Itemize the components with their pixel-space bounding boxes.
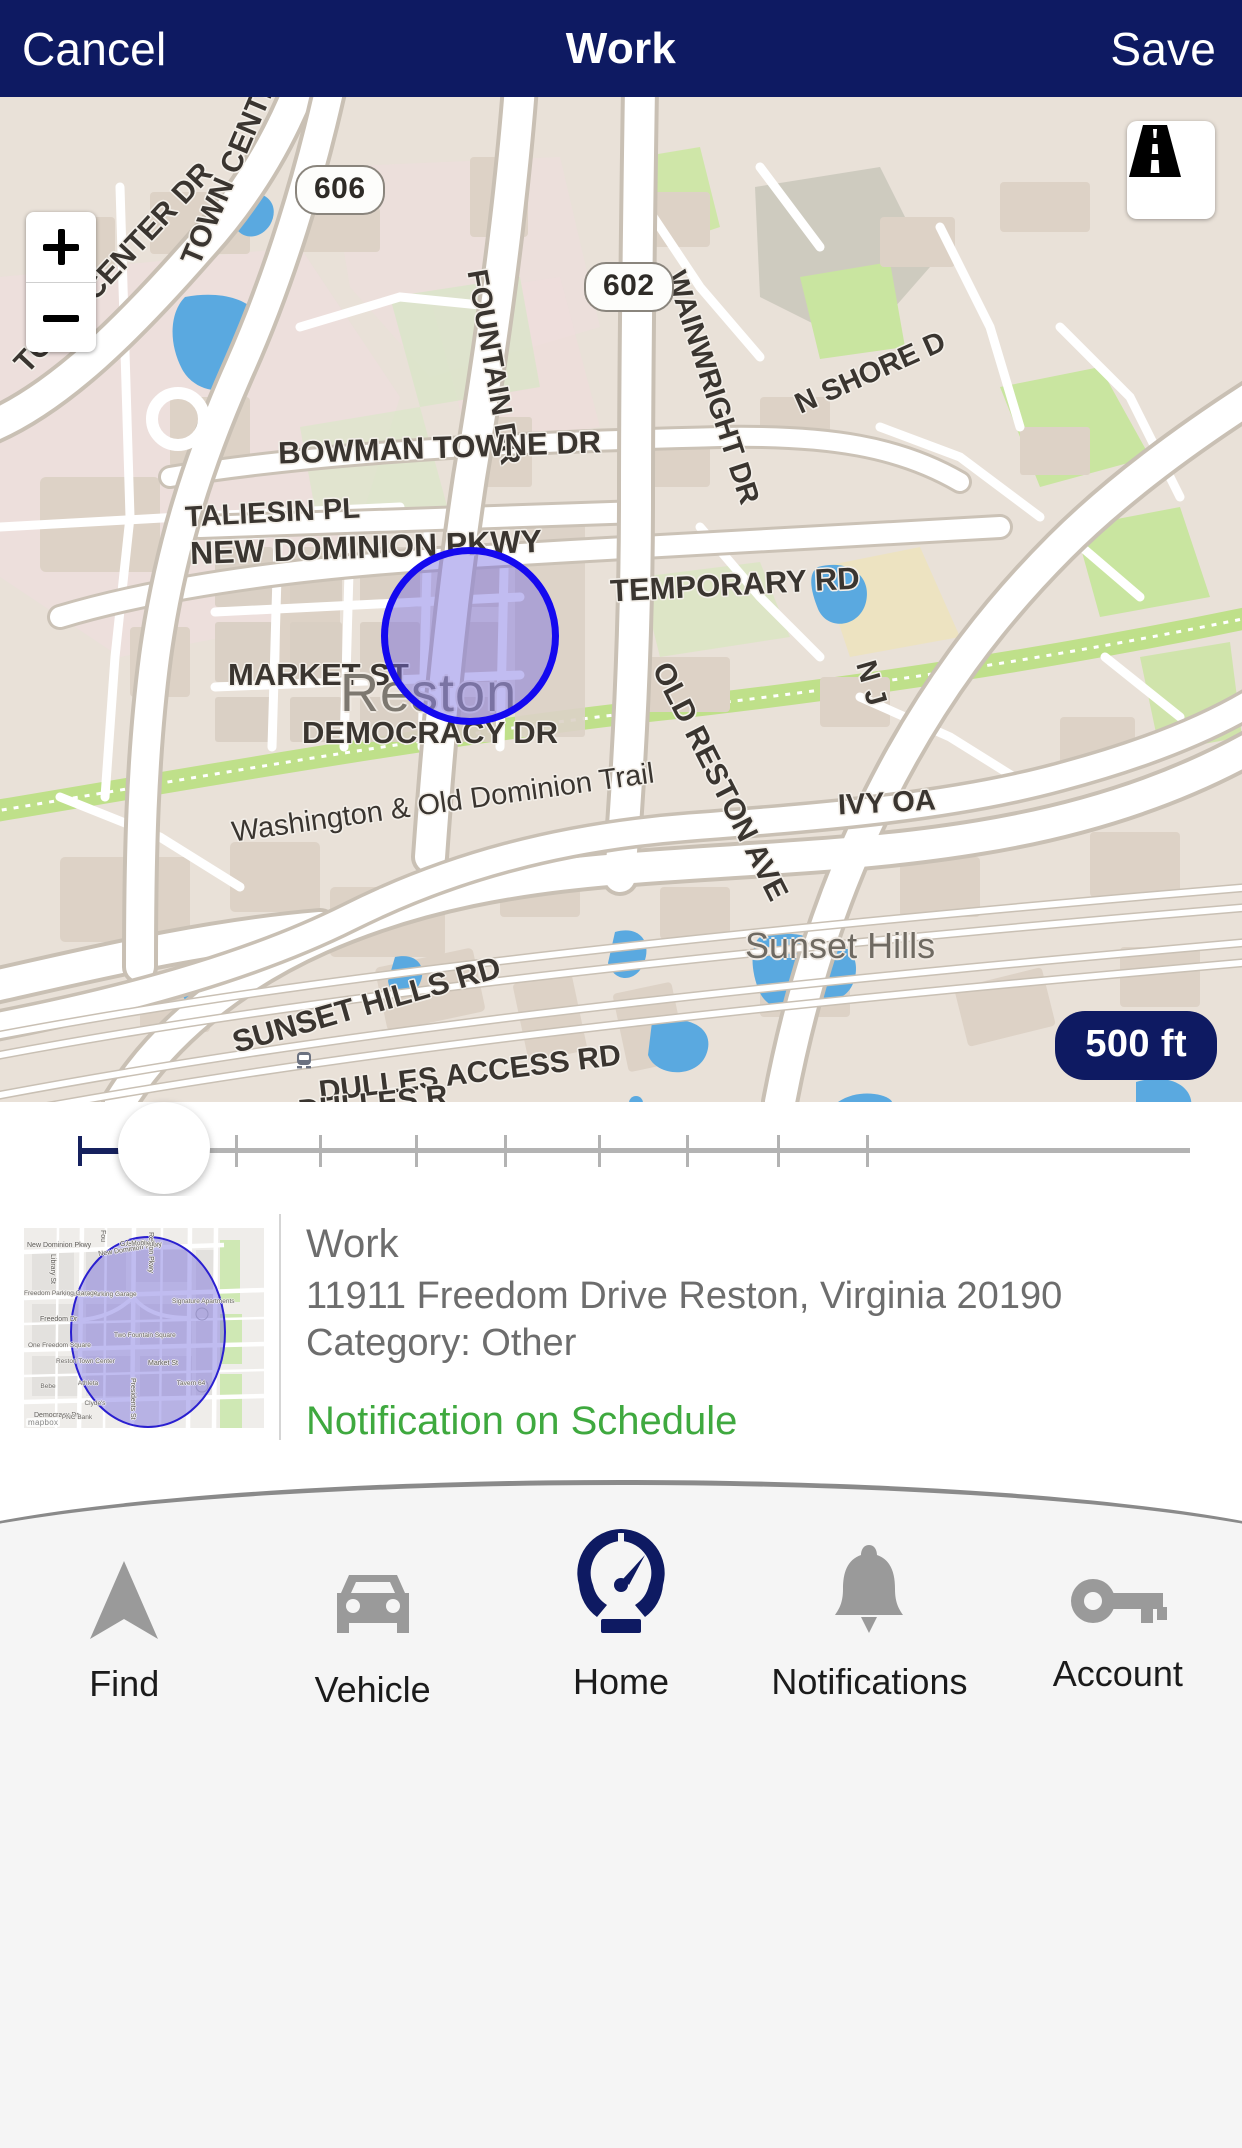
slider-tick (777, 1135, 780, 1167)
slider-start-cap (78, 1136, 82, 1166)
slider-tick (504, 1135, 507, 1167)
navigation-arrow-icon (84, 1551, 164, 1643)
tab-label-find: Find (89, 1663, 160, 1704)
car-icon (325, 1557, 421, 1649)
tab-label-vehicle: Vehicle (314, 1669, 431, 1710)
minus-icon (43, 314, 79, 322)
bell-icon (829, 1543, 909, 1641)
tab-notifications[interactable]: Notifications (745, 1461, 993, 1703)
zoom-out-button[interactable] (26, 283, 96, 352)
speedometer-icon (567, 1523, 675, 1641)
tab-label-home: Home (573, 1661, 670, 1702)
slider-tick (319, 1135, 322, 1167)
map-scale-badge: 500 ft (1055, 1011, 1217, 1080)
slider-tick (686, 1135, 689, 1167)
tab-vehicle[interactable]: Vehicle (248, 1461, 496, 1711)
location-detail-panel: New Dominion Pkwy New Dominion Pkwy Libr… (0, 1196, 1242, 1461)
slider-tick (598, 1135, 601, 1167)
page-title: Work (565, 23, 677, 73)
tab-find[interactable]: Find (0, 1461, 248, 1705)
location-thumbnail-map[interactable]: New Dominion Pkwy New Dominion Pkwy Libr… (24, 1228, 264, 1428)
thumbnail-geofence-circle (70, 1236, 226, 1428)
detail-text-block: Work 11911 Freedom Drive Reston, Virgini… (306, 1222, 1196, 1444)
map-type-toggle-button[interactable] (1127, 121, 1215, 219)
zoom-in-button[interactable] (26, 212, 96, 283)
navigation-header: Cancel Work Save (0, 0, 1242, 97)
location-name: Work (306, 1222, 399, 1266)
geofence-circle[interactable] (381, 547, 559, 725)
save-button[interactable]: Save (1110, 0, 1216, 97)
rail-station-icon (292, 1049, 316, 1073)
slider-tick (415, 1135, 418, 1167)
app-root: Cancel Work Save TOWN CENTER DR FOUNTAIN… (0, 0, 1242, 2148)
location-category: Category: Other (306, 1322, 577, 1364)
location-address: 11911 Freedom Drive Reston, Virginia 201… (306, 1275, 1063, 1317)
slider-track[interactable] (78, 1148, 1190, 1153)
plus-icon-vertical (57, 229, 65, 265)
map-attribution: mapbox (26, 1418, 61, 1427)
slider-tick (235, 1135, 238, 1167)
tab-account[interactable]: Account (994, 1461, 1242, 1695)
slider-thumb[interactable] (118, 1102, 210, 1194)
detail-divider (279, 1214, 281, 1440)
tab-label-notifications: Notifications (771, 1661, 968, 1702)
tab-label-account: Account (1052, 1653, 1183, 1694)
map-zoom-control[interactable] (26, 212, 96, 352)
route-shield: 606 (295, 165, 385, 215)
bottom-tab-bar: Find Vehicle Home Notifications Account (0, 1461, 1242, 2148)
tab-home[interactable]: Home (497, 1461, 745, 1703)
route-shield: 602 (584, 262, 674, 312)
slider-tick (866, 1135, 869, 1167)
radius-slider-section[interactable] (0, 1102, 1242, 1198)
key-icon (1069, 1553, 1167, 1633)
notification-status[interactable]: Notification on Schedule (306, 1399, 1196, 1444)
map-view[interactable]: TOWN CENTER DR TOWN CENTER PKWY FOUNTAIN… (0, 97, 1242, 1102)
map-canvas (0, 97, 1242, 1102)
